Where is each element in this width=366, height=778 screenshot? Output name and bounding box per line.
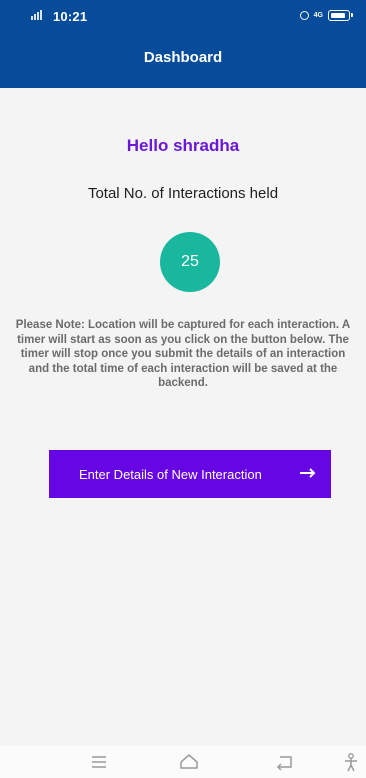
status-bar: 10:21 4G: [0, 0, 366, 34]
page-title: Dashboard: [143, 49, 223, 66]
enter-interaction-button[interactable]: Enter Details of New Interaction: [49, 450, 331, 498]
battery-icon: [328, 10, 353, 21]
assistant-icon[interactable]: [340, 752, 362, 772]
dashboard-screen: 10:21 4G Dashboard Hello shradha Total N…: [0, 0, 366, 778]
menu-icon[interactable]: [88, 752, 110, 772]
enter-interaction-label: Enter Details of New Interaction: [79, 467, 262, 482]
alarm-icon: [299, 11, 309, 20]
status-icons: 4G: [299, 10, 353, 21]
greeting-text: Hello shradha: [126, 136, 240, 155]
back-icon[interactable]: [273, 752, 295, 772]
location-note: Please Note: Location will be captured f…: [15, 319, 351, 389]
home-icon[interactable]: [178, 752, 200, 772]
arrow-right-icon: [300, 468, 316, 478]
interactions-label: Total No. of Interactions held: [87, 185, 279, 202]
system-nav-bar: [0, 746, 366, 778]
network-4g-icon: 4G: [313, 12, 323, 19]
interaction-count: 25: [181, 253, 199, 270]
signal-icon: [31, 10, 42, 20]
interaction-count-badge: 25: [160, 232, 220, 292]
app-bar: 10:21 4G Dashboard: [0, 0, 366, 88]
status-time: 10:21: [53, 9, 88, 24]
